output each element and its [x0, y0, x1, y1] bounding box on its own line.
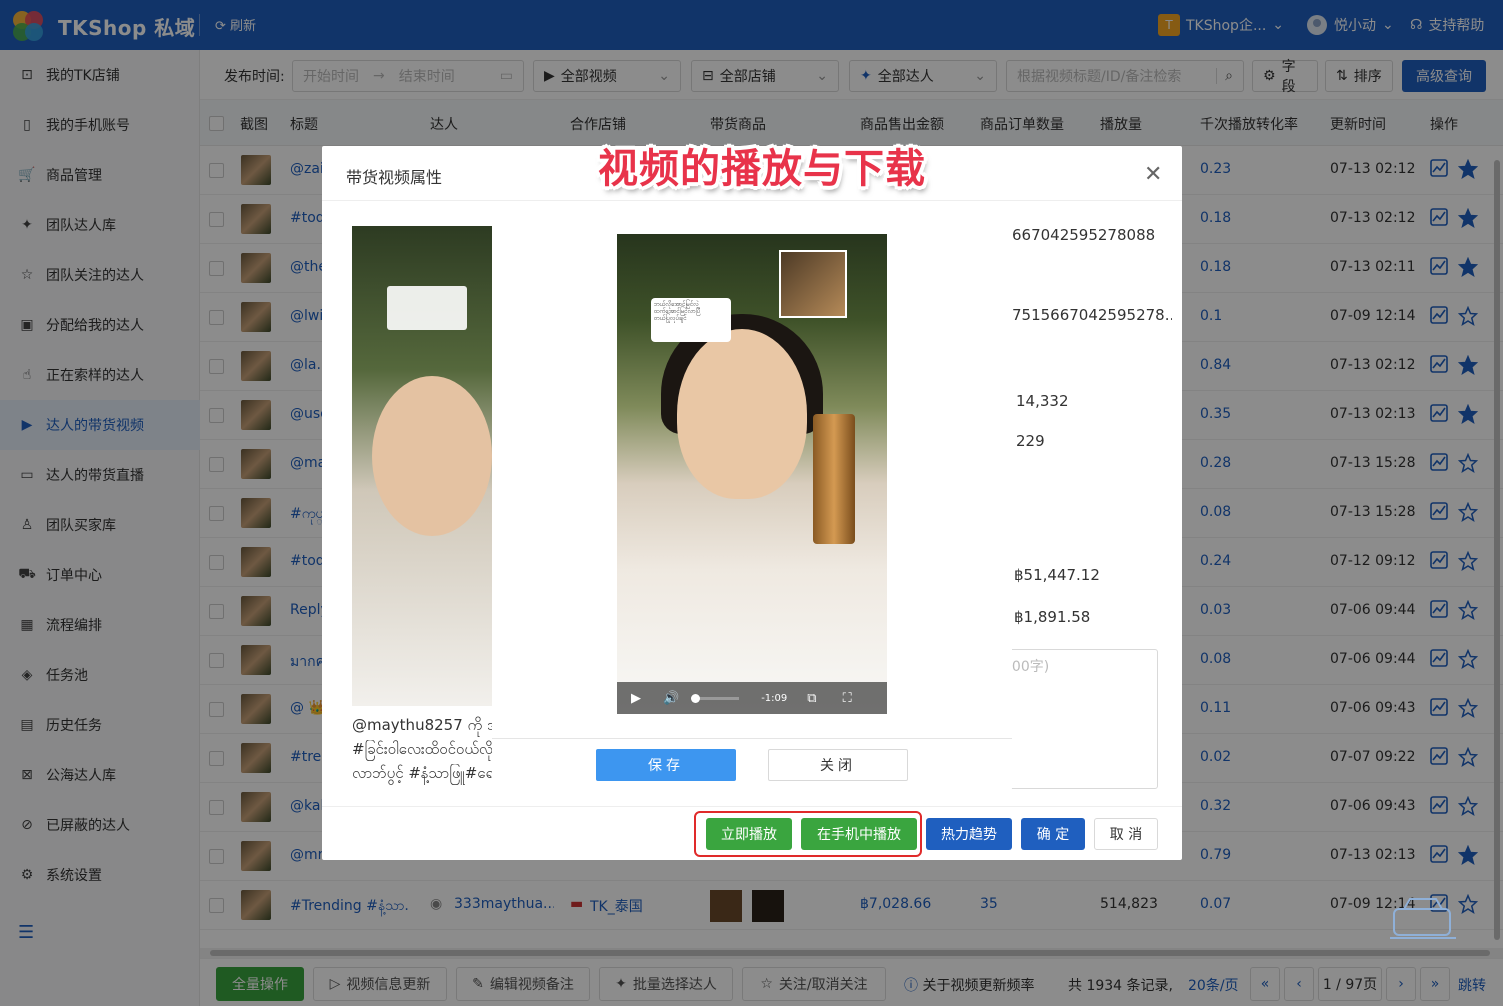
- video-description-line-2: #ခြင်းဝါလေးထိဝင်ဝယ်လို: [352, 740, 492, 758]
- video-player-dialog: ဘယ်လိုအောင်မြင်လဲ ထက်အောင်မြင်လာပြီ တယ်ပ…: [492, 216, 1012, 790]
- overlay-title: 视频的播放与下载: [598, 146, 926, 192]
- sales-amount-value: ฿51,447.12: [1014, 566, 1100, 584]
- dialog-footer-divider: [322, 806, 1182, 807]
- play-icon[interactable]: ▶: [631, 691, 641, 706]
- pip-icon[interactable]: ⧉: [807, 691, 816, 706]
- video-description-line-1: @maythu8257 ကို အ: [352, 716, 492, 734]
- close-button[interactable]: 关闭: [768, 749, 908, 781]
- video-description-line-3: လာဘ်ပွင့် #နံ့သာဖြူ#ရေပ: [352, 764, 492, 782]
- comment-sticker: [387, 286, 467, 330]
- video-link[interactable]: 7515667042595278...: [1012, 306, 1172, 324]
- inbox-icon: [1390, 898, 1456, 939]
- video-player[interactable]: ဘယ်လိုအောင်မြင်လဲ ထက်အောင်မြင်လာပြီ တယ်ပ…: [617, 234, 887, 714]
- orders-value: 229: [1016, 432, 1045, 450]
- video-id-value: 667042595278088: [1012, 226, 1156, 244]
- sales-amount-value-2: ฿1,891.58: [1014, 608, 1091, 626]
- video-cover-thumbnail[interactable]: [352, 226, 502, 706]
- heat-trend-button[interactable]: 热力趋势: [926, 818, 1012, 850]
- time-remaining: -1:09: [761, 692, 788, 704]
- highlight-box: [694, 811, 922, 857]
- plays-value: 14,332: [1016, 392, 1069, 410]
- player-divider: [492, 738, 1012, 739]
- face-image: [372, 376, 492, 536]
- perfume-bottle-shape: [813, 414, 855, 544]
- cancel-button[interactable]: 取 消: [1094, 818, 1158, 850]
- confirm-button[interactable]: 确 定: [1021, 818, 1085, 850]
- progress-bar[interactable]: [691, 693, 740, 703]
- notes-textarea[interactable]: 000字): [998, 649, 1158, 789]
- dialog-title: 带货视频属性: [346, 168, 443, 187]
- comment-bubble: ဘယ်လိုအောင်မြင်လဲ ထက်အောင်မြင်လာပြီ တယ်ပ…: [651, 298, 731, 342]
- video-controls: ▶ 🔊 -1:09 ⧉ ⛶: [617, 682, 887, 714]
- product-inset-image: [779, 250, 847, 318]
- volume-icon[interactable]: 🔊: [663, 691, 679, 706]
- fullscreen-icon[interactable]: ⛶: [843, 691, 852, 706]
- save-button[interactable]: 保存: [596, 749, 736, 781]
- close-icon[interactable]: ✕: [1144, 162, 1162, 187]
- dialog-divider: [322, 200, 1182, 201]
- face-shape: [677, 329, 807, 499]
- progress-handle[interactable]: [691, 693, 701, 703]
